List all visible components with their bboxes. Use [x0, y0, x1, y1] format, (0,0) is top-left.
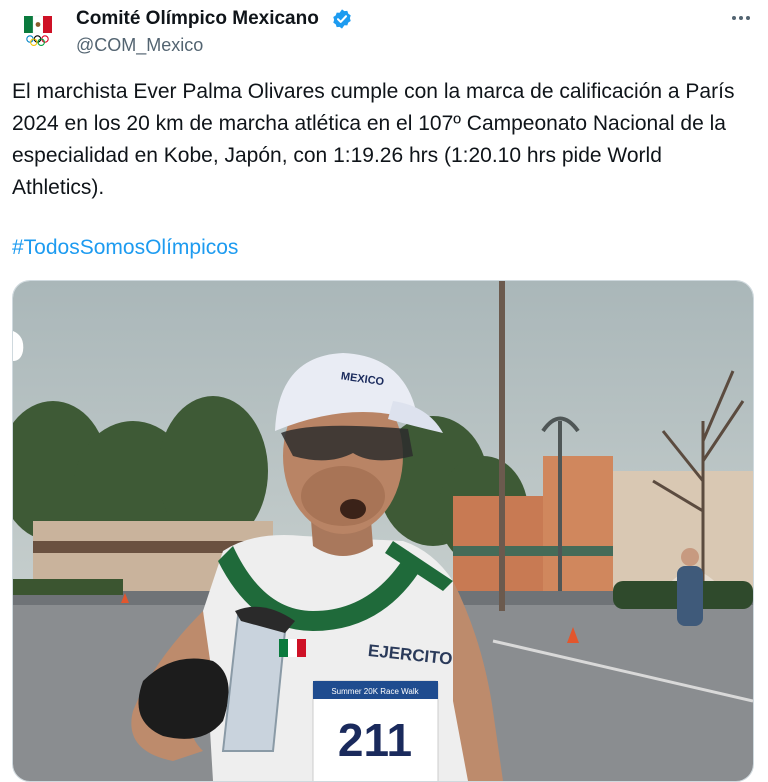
bib-number: 211: [338, 714, 412, 766]
hashtag-link[interactable]: #TodosSomosOlímpicos: [12, 232, 238, 264]
author-handle[interactable]: @COM_Mexico: [76, 35, 203, 56]
tweet-photo[interactable]: EJERCITO Summer 20K Race Walk 211 MEXICO: [12, 280, 754, 782]
verified-badge-icon: [333, 9, 351, 29]
avatar[interactable]: [14, 8, 62, 56]
race-walker-photo: EJERCITO Summer 20K Race Walk 211 MEXICO: [13, 281, 753, 781]
tweet-text: El marchista Ever Palma Olivares cumple …: [12, 80, 735, 199]
bib-header: Summer 20K Race Walk: [331, 687, 419, 696]
more-options-icon[interactable]: [726, 6, 756, 30]
tweet: Comité Olímpico Mexicano @COM_Mexico El …: [0, 0, 768, 782]
author-name[interactable]: Comité Olímpico Mexicano: [76, 8, 319, 30]
mexico-olympic-logo-icon: [24, 15, 52, 46]
